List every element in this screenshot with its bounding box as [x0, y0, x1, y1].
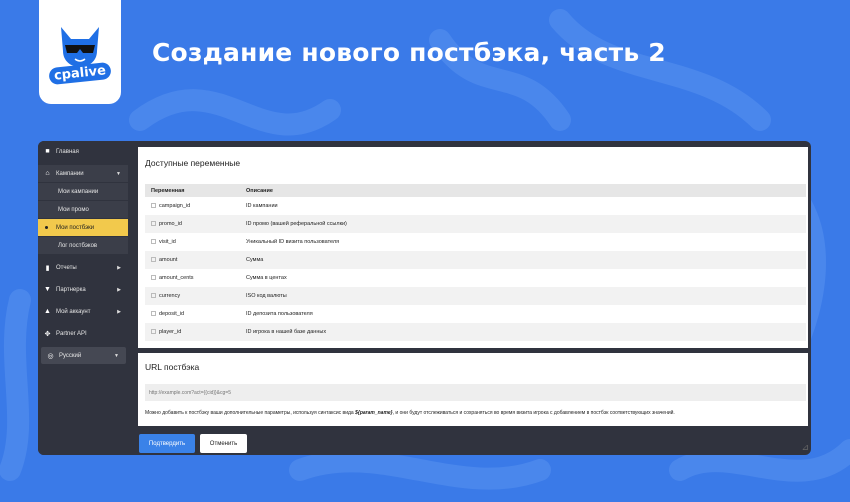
- variable-description: ID игрока в нашей базе данных: [246, 323, 806, 341]
- sidebar-subitem-my-promo[interactable]: Мои промо: [38, 201, 128, 218]
- table-row[interactable]: visit_id Уникальный ID визита пользовател…: [145, 233, 806, 251]
- sidebar: ■ Главная ⌂ Кампании ▼ Мои кампании Мои …: [38, 141, 128, 455]
- variable-description: Уникальный ID визита пользователя: [246, 239, 340, 245]
- user-icon: ▲: [44, 308, 51, 315]
- resize-handle-icon: ⊿: [801, 442, 809, 452]
- sidebar-subitem-label: Мои промо: [58, 206, 89, 213]
- row-checkbox[interactable]: [151, 239, 156, 245]
- chevron-down-icon: ▼: [114, 352, 119, 359]
- variable-cell: amount: [145, 251, 246, 269]
- sidebar-item-campaigns[interactable]: ⌂ Кампании ▼: [38, 165, 128, 182]
- column-header-variable: Переменная: [145, 184, 246, 197]
- sidebar-item-label: Главная: [56, 148, 79, 155]
- row-checkbox[interactable]: [151, 329, 156, 335]
- chevron-right-icon: ▶: [117, 308, 121, 315]
- variable-name: promo_id: [159, 221, 182, 227]
- folder-icon: ■: [45, 148, 50, 155]
- variables-table-body: campaign_id ID кампании promo_id ID промо (…: [145, 197, 806, 341]
- sidebar-item-label: Партнерка: [56, 286, 86, 293]
- sidebar-item-account[interactable]: ▲ Мой аккаунт ▶: [38, 303, 128, 320]
- variable-description: ISO код валюты: [246, 287, 806, 305]
- table-row[interactable]: currency ISO код валюты: [145, 287, 806, 305]
- report-icon: ▮: [45, 264, 50, 272]
- chevron-right-icon: ▶: [117, 286, 121, 293]
- sidebar-subitem-my-postbacks[interactable]: Мои постбэки: [38, 219, 128, 236]
- hint-text-before: Можно добавить к постбэку ваши дополните…: [145, 410, 356, 416]
- language-label: Русский: [59, 352, 82, 359]
- table-row[interactable]: player_id ID игрока в нашей базе данных: [145, 323, 806, 341]
- url-panel-title: URL постбэка: [145, 362, 200, 372]
- variable-cell: currency: [145, 287, 246, 305]
- page-headline: Создание нового постбэка, часть 2: [152, 38, 666, 67]
- app-window: ■ Главная ⌂ Кампании ▼ Мои кампании Мои …: [38, 141, 811, 455]
- sidebar-item-home[interactable]: ■ Главная: [38, 143, 128, 160]
- cat-mascot-icon: [61, 26, 99, 67]
- row-checkbox[interactable]: [151, 257, 156, 263]
- variables-table: Переменная Описание campaign_id ID кампан…: [145, 184, 806, 341]
- column-header-description: Описание: [246, 184, 806, 197]
- sidebar-item-label: Кампании: [56, 170, 84, 177]
- row-checkbox[interactable]: [151, 275, 156, 281]
- variable-cell: visit_id: [145, 233, 246, 251]
- hint-code: ${param_name}: [355, 410, 393, 416]
- variable-description: Сумма в центах: [246, 275, 287, 281]
- variable-name: campaign_id: [159, 203, 191, 209]
- variable-cell: amount_cents: [145, 269, 246, 287]
- table-row[interactable]: amount_cents Сумма в центах: [145, 269, 806, 287]
- variables-panel: Доступные переменные Переменная Описание…: [138, 147, 808, 348]
- chevron-right-icon: ▶: [117, 264, 121, 271]
- variable-description: ID кампании: [246, 203, 278, 209]
- row-checkbox[interactable]: [151, 311, 156, 317]
- variable-name: player_id: [159, 329, 182, 335]
- variable-name: deposit_id: [159, 311, 185, 317]
- variables-panel-title: Доступные переменные: [145, 158, 241, 168]
- sidebar-subitem-label: Мои постбэки: [56, 224, 95, 231]
- variable-cell: campaign_id: [145, 197, 246, 215]
- hint-text-after: , и они будут отслеживаться и сохранятьс…: [392, 410, 675, 416]
- table-row[interactable]: promo_id ID промо (вашей реферальной ссыл…: [145, 215, 806, 233]
- sidebar-item-affiliate[interactable]: ▼ Партнерка ▶: [38, 281, 128, 298]
- confirm-button[interactable]: Подтвердить: [139, 434, 195, 453]
- url-panel: URL постбэка Можно добавить к постбэку в…: [138, 353, 808, 426]
- variable-name: visit_id: [159, 239, 176, 245]
- sidebar-subitem-postback-log[interactable]: Лог постбэков: [38, 237, 128, 254]
- sidebar-item-partner-api[interactable]: ✥ Partner API: [38, 325, 128, 342]
- sidebar-item-label: Partner API: [56, 330, 87, 337]
- funnel-icon: ▼: [44, 286, 51, 293]
- active-dot-icon: [45, 226, 48, 229]
- row-checkbox[interactable]: [151, 203, 156, 209]
- variable-name: amount_cents: [159, 275, 194, 281]
- sidebar-subitem-label: Лог постбэков: [58, 242, 98, 249]
- brand-logo: cpalive: [39, 0, 121, 104]
- variable-description: Сумма: [246, 251, 806, 269]
- variable-cell: player_id: [145, 323, 246, 341]
- cancel-button[interactable]: Отменить: [200, 434, 247, 453]
- variable-cell: promo_id: [145, 215, 246, 233]
- variable-description: ID промо (вашей реферальной ссылки): [246, 215, 806, 233]
- table-row[interactable]: amount Сумма: [145, 251, 806, 269]
- globe-icon: ◎: [47, 352, 54, 360]
- table-header-row: Переменная Описание: [145, 184, 806, 197]
- chevron-down-icon: ▼: [116, 170, 121, 177]
- row-checkbox[interactable]: [151, 221, 156, 227]
- home-icon: ⌂: [45, 170, 50, 177]
- table-row[interactable]: deposit_id ID депозита пользователя: [145, 305, 806, 323]
- variable-name: currency: [159, 293, 181, 299]
- sidebar-subitem-my-campaigns[interactable]: Мои кампании: [38, 183, 128, 200]
- language-selector[interactable]: ◎ Русский ▼: [41, 347, 126, 364]
- row-checkbox[interactable]: [151, 293, 156, 299]
- table-row[interactable]: campaign_id ID кампании: [145, 197, 806, 215]
- postback-url-input[interactable]: [145, 384, 806, 401]
- sidebar-item-label: Отчеты: [56, 264, 77, 271]
- url-hint-text: Можно добавить к постбэку ваши дополните…: [145, 410, 675, 416]
- variable-description: ID депозита пользователя: [246, 311, 313, 317]
- api-icon: ✥: [44, 330, 51, 338]
- sidebar-item-reports[interactable]: ▮ Отчеты ▶: [38, 259, 128, 276]
- variable-cell: deposit_id: [145, 305, 246, 323]
- sidebar-item-label: Мой аккаунт: [56, 308, 91, 315]
- variable-name: amount: [159, 257, 178, 263]
- sidebar-subitem-label: Мои кампании: [58, 188, 99, 195]
